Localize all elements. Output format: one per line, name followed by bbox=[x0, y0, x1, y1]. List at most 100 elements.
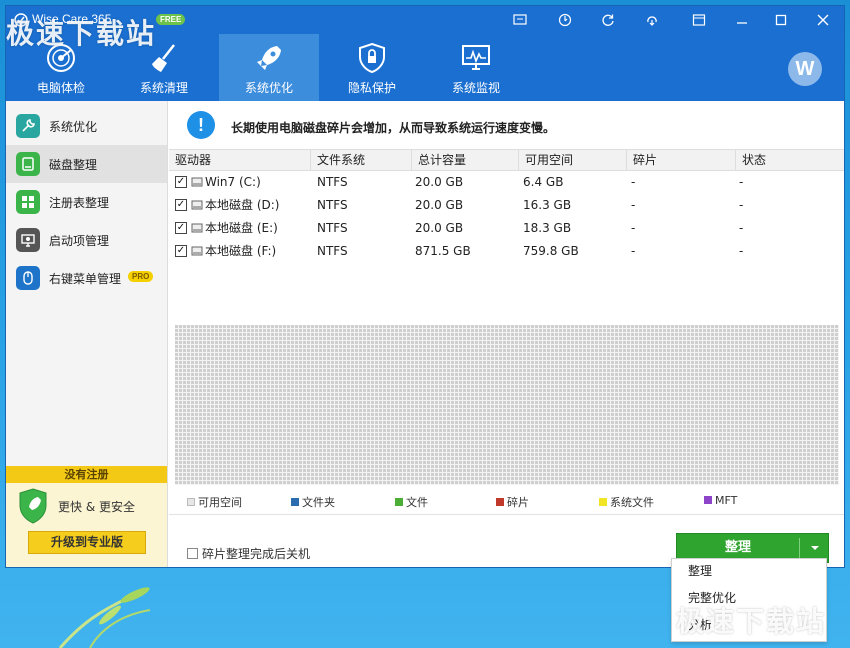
sidebar-item-system-optimize[interactable]: 系统优化 bbox=[6, 107, 167, 145]
drive-total: 20.0 GB bbox=[415, 221, 464, 235]
pro-badge: PRO bbox=[128, 271, 154, 282]
registration-slogan: 更快 & 更安全 bbox=[58, 500, 135, 514]
sidebar: 系统优化 磁盘整理 注册表整理 启动项管理 右键菜单管理 PRO 没有注册 更快… bbox=[6, 101, 168, 567]
close-icon[interactable] bbox=[812, 10, 834, 30]
drive-name: 本地磁盘 (E:) bbox=[205, 221, 278, 235]
drive-name: Win7 (C:) bbox=[205, 175, 261, 189]
startup-icon bbox=[16, 228, 40, 252]
column-header-free[interactable]: 可用空间 bbox=[519, 150, 627, 170]
divider bbox=[169, 514, 844, 515]
table-row[interactable]: ✓ 本地磁盘 (D:) NTFS 20.0 GB 16.3 GB - - bbox=[169, 194, 844, 216]
drive-filesystem: NTFS bbox=[317, 175, 348, 189]
drive-icon bbox=[191, 223, 203, 233]
main-nav: 电脑体检 系统清理 系统优化 隐私保护 系统监视 W bbox=[6, 34, 844, 101]
drive-status: - bbox=[739, 221, 744, 235]
drive-filesystem: NTFS bbox=[317, 244, 348, 258]
checkbox-label: 碎片整理完成后关机 bbox=[202, 547, 311, 561]
desktop-bamboo-decoration bbox=[58, 587, 151, 648]
nav-label: 隐私保护 bbox=[347, 81, 396, 95]
drive-total: 20.0 GB bbox=[415, 198, 464, 212]
app-window: Wise Care 365 FREE 电脑体检 系统清理 系统优化 隐私保护 系… bbox=[5, 5, 845, 568]
registry-icon bbox=[16, 190, 40, 214]
drive-icon bbox=[191, 177, 203, 187]
drive-filesystem: NTFS bbox=[317, 198, 348, 212]
nav-label: 系统清理 bbox=[139, 81, 188, 95]
drive-name: 本地磁盘 (F:) bbox=[205, 244, 277, 258]
drive-checkbox[interactable]: ✓ bbox=[175, 222, 187, 234]
sidebar-item-label: 注册表整理 bbox=[49, 196, 110, 210]
title-bar: Wise Care 365 FREE bbox=[6, 6, 844, 34]
nav-item-monitor[interactable]: 系统监视 bbox=[426, 34, 526, 101]
main-panel: ! 长期使用电脑磁盘碎片会增加，从而导致系统运行速度变慢。 驱动器 文件系统 总… bbox=[169, 101, 844, 567]
legend: 可用空间 文件夹 文件 碎片 系统文件 MFT bbox=[169, 491, 844, 511]
avatar[interactable]: W bbox=[788, 52, 822, 86]
column-header-drive[interactable]: 驱动器 bbox=[169, 150, 311, 170]
drive-free: 16.3 GB bbox=[523, 198, 572, 212]
drive-fragments: - bbox=[631, 221, 636, 235]
legend-item: MFT bbox=[704, 494, 737, 507]
menu-item-defrag[interactable]: 整理 bbox=[672, 559, 826, 583]
sidebar-item-disk-defrag[interactable]: 磁盘整理 bbox=[6, 145, 167, 183]
drive-free: 759.8 GB bbox=[523, 244, 579, 258]
disk-icon bbox=[16, 152, 40, 176]
column-header-status[interactable]: 状态 bbox=[736, 150, 844, 170]
drive-icon bbox=[191, 246, 203, 256]
menu-icon[interactable] bbox=[688, 10, 710, 30]
minimize-icon[interactable] bbox=[731, 10, 753, 30]
sidebar-item-startup[interactable]: 启动项管理 bbox=[6, 221, 167, 259]
app-title: Wise Care 365 bbox=[32, 12, 112, 26]
radar-icon bbox=[47, 44, 75, 72]
drive-checkbox[interactable]: ✓ bbox=[175, 176, 187, 188]
drive-icon bbox=[191, 200, 203, 210]
drive-free: 6.4 GB bbox=[523, 175, 564, 189]
drive-status: - bbox=[739, 175, 744, 189]
checkbox-box[interactable] bbox=[187, 548, 198, 559]
nav-item-checkup[interactable]: 电脑体检 bbox=[11, 34, 111, 101]
nav-label: 电脑体检 bbox=[36, 81, 85, 95]
menu-item-full-optimize[interactable]: 完整优化 bbox=[672, 586, 826, 610]
shield-rocket-icon bbox=[19, 488, 47, 524]
maximize-icon[interactable] bbox=[770, 10, 792, 30]
drive-fragments: - bbox=[631, 175, 636, 189]
upgrade-pro-button[interactable]: 升级到专业版 bbox=[28, 531, 146, 554]
drive-status: - bbox=[739, 244, 744, 258]
rocket-icon bbox=[257, 46, 281, 70]
sidebar-item-label: 右键菜单管理 bbox=[49, 272, 122, 286]
table-header: 驱动器 文件系统 总计容量 可用空间 碎片 状态 bbox=[169, 149, 844, 171]
column-header-filesystem[interactable]: 文件系统 bbox=[311, 150, 412, 170]
nav-item-cleanup[interactable]: 系统清理 bbox=[114, 34, 214, 101]
drive-fragments: - bbox=[631, 198, 636, 212]
registration-status: 没有注册 bbox=[6, 466, 167, 483]
nav-item-optimize[interactable]: 系统优化 bbox=[219, 34, 319, 101]
sidebar-item-label: 磁盘整理 bbox=[49, 158, 98, 172]
shield-lock-icon bbox=[359, 42, 385, 74]
message-icon[interactable] bbox=[509, 10, 531, 30]
refresh-icon[interactable] bbox=[597, 10, 619, 30]
share-icon[interactable] bbox=[641, 10, 663, 30]
sidebar-item-registry[interactable]: 注册表整理 bbox=[6, 183, 167, 221]
nav-label: 系统优化 bbox=[244, 81, 293, 95]
table-row[interactable]: ✓ 本地磁盘 (F:) NTFS 871.5 GB 759.8 GB - - bbox=[169, 240, 844, 262]
drive-total: 20.0 GB bbox=[415, 175, 464, 189]
table-row[interactable]: ✓ Win7 (C:) NTFS 20.0 GB 6.4 GB - - bbox=[169, 171, 844, 193]
shutdown-after-defrag-checkbox[interactable]: 碎片整理完成后关机 bbox=[187, 545, 310, 562]
disk-block-map bbox=[175, 325, 839, 485]
upgrade-icon[interactable] bbox=[554, 10, 576, 30]
drive-checkbox[interactable]: ✓ bbox=[175, 199, 187, 211]
drive-status: - bbox=[739, 198, 744, 212]
info-icon: ! bbox=[187, 111, 215, 139]
column-header-fragments[interactable]: 碎片 bbox=[627, 150, 736, 170]
table-row[interactable]: ✓ 本地磁盘 (E:) NTFS 20.0 GB 18.3 GB - - bbox=[169, 217, 844, 239]
sidebar-item-context-menu[interactable]: 右键菜单管理 PRO bbox=[6, 259, 167, 297]
legend-item: 可用空间 bbox=[187, 494, 242, 510]
drive-checkbox[interactable]: ✓ bbox=[175, 245, 187, 257]
legend-item: 文件 bbox=[395, 494, 428, 510]
drive-filesystem: NTFS bbox=[317, 221, 348, 235]
column-header-total[interactable]: 总计容量 bbox=[412, 150, 519, 170]
legend-item: 碎片 bbox=[496, 494, 529, 510]
sidebar-item-label: 启动项管理 bbox=[49, 234, 110, 248]
menu-item-analyze[interactable]: 分析 bbox=[672, 613, 826, 637]
drive-fragments: - bbox=[631, 244, 636, 258]
monitor-icon bbox=[462, 45, 490, 70]
nav-item-privacy[interactable]: 隐私保护 bbox=[322, 34, 422, 101]
